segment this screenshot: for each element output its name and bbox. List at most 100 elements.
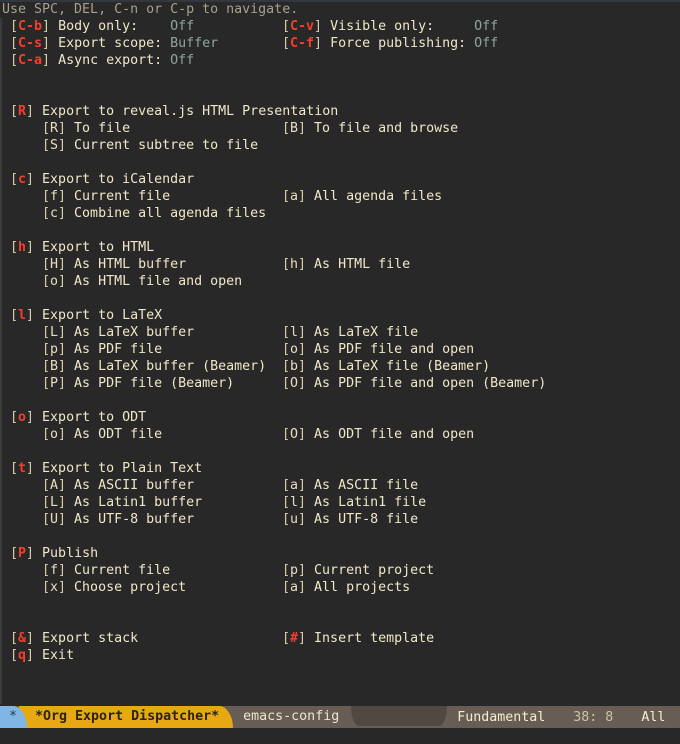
option-toggle[interactable]: [C-f] Force publishing: Off (282, 35, 498, 52)
menu-item-key[interactable]: [h] (282, 257, 314, 272)
footer-action[interactable]: [#] Insert template (282, 630, 434, 647)
footer-action-key[interactable]: [q] (10, 648, 42, 663)
bracket-open: [ (282, 427, 291, 442)
menu-item[interactable]: [U] As UTF-8 buffer (42, 512, 194, 527)
menu-item-label: All projects (314, 580, 411, 595)
menu-item-key[interactable]: [l] (282, 325, 314, 340)
menu-item-key[interactable]: [o] (42, 427, 74, 442)
menu-item[interactable]: [S] Current subtree to file (42, 138, 258, 153)
option-key[interactable]: [C-b] (10, 19, 58, 34)
menu-item-key[interactable]: [A] (42, 478, 74, 493)
section-key[interactable]: [P] (10, 546, 42, 561)
menu-item-key[interactable]: [H] (42, 257, 74, 272)
footer-action-key[interactable]: [&] (10, 631, 42, 646)
buffer-name[interactable]: *Org Export Dispatcher* (19, 706, 234, 728)
menu-item[interactable]: [h] As HTML file (282, 256, 410, 273)
bracket-open: [ (10, 648, 19, 663)
menu-item-key[interactable]: [x] (42, 580, 74, 595)
menu-item[interactable]: [o] As PDF file and open (282, 341, 474, 358)
section-header[interactable]: [P] Publish (10, 545, 680, 562)
section-header[interactable]: [o] Export to ODT (10, 409, 680, 426)
option-toggle[interactable]: [C-b] Body only: Off (10, 19, 194, 34)
menu-item[interactable]: [R] To file (42, 121, 130, 136)
menu-item-key[interactable]: [a] (282, 580, 314, 595)
menu-item[interactable]: [c] Combine all agenda files (42, 206, 266, 221)
menu-item-key[interactable]: [O] (282, 427, 314, 442)
option-key[interactable]: [C-s] (10, 36, 58, 51)
menu-item[interactable]: [O] As ODT file and open (282, 426, 474, 443)
menu-item-label: To file and browse (314, 121, 459, 136)
menu-item[interactable]: [a] As ASCII file (282, 477, 418, 494)
menu-item-key[interactable]: [l] (282, 495, 314, 510)
menu-item-key[interactable]: [o] (282, 342, 314, 357)
menu-item[interactable]: [p] Current project (282, 562, 434, 579)
shortcut-key: h (290, 257, 299, 272)
menu-item[interactable]: [o] As ODT file (42, 427, 162, 442)
menu-item[interactable]: [B] As LaTeX buffer (Beamer) (42, 359, 266, 374)
menu-item[interactable]: [H] As HTML buffer (42, 257, 186, 272)
menu-item[interactable]: [l] As LaTeX file (282, 324, 418, 341)
menu-item[interactable]: [x] Choose project (42, 580, 186, 595)
menu-item[interactable]: [u] As UTF-8 file (282, 511, 418, 528)
menu-item-key[interactable]: [U] (42, 512, 74, 527)
menu-item[interactable]: [L] As LaTeX buffer (42, 325, 194, 340)
menu-item-key[interactable]: [O] (282, 376, 314, 391)
menu-item[interactable]: [l] As Latin1 file (282, 494, 426, 511)
menu-item[interactable]: [A] As ASCII buffer (42, 478, 194, 493)
menu-item[interactable]: [o] As HTML file and open (42, 274, 242, 289)
menu-item-key[interactable]: [b] (282, 359, 314, 374)
section-header[interactable]: [h] Export to HTML (10, 239, 680, 256)
menu-item-key[interactable]: [B] (282, 121, 314, 136)
menu-item-key[interactable]: [a] (282, 478, 314, 493)
menu-item-key[interactable]: [p] (42, 342, 74, 357)
section-key[interactable]: [R] (10, 104, 42, 119)
menu-item[interactable]: [B] To file and browse (282, 120, 458, 137)
menu-item-key[interactable]: [L] (42, 325, 74, 340)
section-key[interactable]: [l] (10, 308, 42, 323)
section-header[interactable]: [R] Export to reveal.js HTML Presentatio… (10, 103, 680, 120)
project-name[interactable]: emacs-config (229, 706, 351, 728)
footer-action-key[interactable]: [#] (282, 631, 314, 646)
shortcut-key: o (18, 410, 27, 425)
menu-item-key[interactable]: [B] (42, 359, 74, 374)
footer-action[interactable]: [&] Export stack (10, 631, 138, 646)
menu-item[interactable]: [p] As PDF file (42, 342, 162, 357)
footer-action[interactable]: [q] Exit (10, 648, 74, 663)
section-header[interactable]: [l] Export to LaTeX (10, 307, 680, 324)
menu-item[interactable]: [b] As LaTeX file (Beamer) (282, 358, 490, 375)
major-mode[interactable]: Fundamental (457, 710, 545, 725)
menu-item[interactable]: [L] As Latin1 buffer (42, 495, 202, 510)
menu-item-key[interactable]: [f] (42, 563, 74, 578)
menu-item[interactable]: [P] As PDF file (Beamer) (42, 376, 234, 391)
section-key[interactable]: [h] (10, 240, 42, 255)
menu-item-key[interactable]: [f] (42, 189, 74, 204)
menu-item[interactable]: [f] Current file (42, 563, 170, 578)
section-key[interactable]: [c] (10, 172, 42, 187)
menu-item-key[interactable]: [o] (42, 274, 74, 289)
option-key[interactable]: [C-f] (282, 36, 330, 51)
menu-item[interactable]: [a] All agenda files (282, 188, 442, 205)
menu-item-key[interactable]: [S] (42, 138, 74, 153)
menu-item-key[interactable]: [u] (282, 512, 314, 527)
menu-item-key[interactable]: [a] (282, 189, 314, 204)
option-key[interactable]: [C-v] (282, 19, 330, 34)
menu-item[interactable]: [O] As PDF file and open (Beamer) (282, 375, 546, 392)
section-key[interactable]: [o] (10, 410, 42, 425)
bracket-open: [ (42, 206, 51, 221)
menu-item[interactable]: [f] Current file (42, 189, 170, 204)
option-toggle[interactable]: [C-a] Async export: Off (10, 53, 194, 68)
option-toggle[interactable]: [C-s] Export scope: Buffer (10, 36, 218, 51)
menu-item-key[interactable]: [R] (42, 121, 74, 136)
bracket-close: ] (58, 512, 75, 527)
menu-item-key[interactable]: [p] (282, 563, 314, 578)
menu-item[interactable]: [a] All projects (282, 579, 410, 596)
menu-item-key[interactable]: [c] (42, 206, 74, 221)
option-key[interactable]: [C-a] (10, 53, 58, 68)
menu-item-key[interactable]: [L] (42, 495, 74, 510)
menu-item-key[interactable]: [P] (42, 376, 74, 391)
section-header[interactable]: [t] Export to Plain Text (10, 460, 680, 477)
option-toggle[interactable]: [C-v] Visible only: Off (282, 18, 498, 35)
section-header[interactable]: [c] Export to iCalendar (10, 171, 680, 188)
section-key[interactable]: [t] (10, 461, 42, 476)
